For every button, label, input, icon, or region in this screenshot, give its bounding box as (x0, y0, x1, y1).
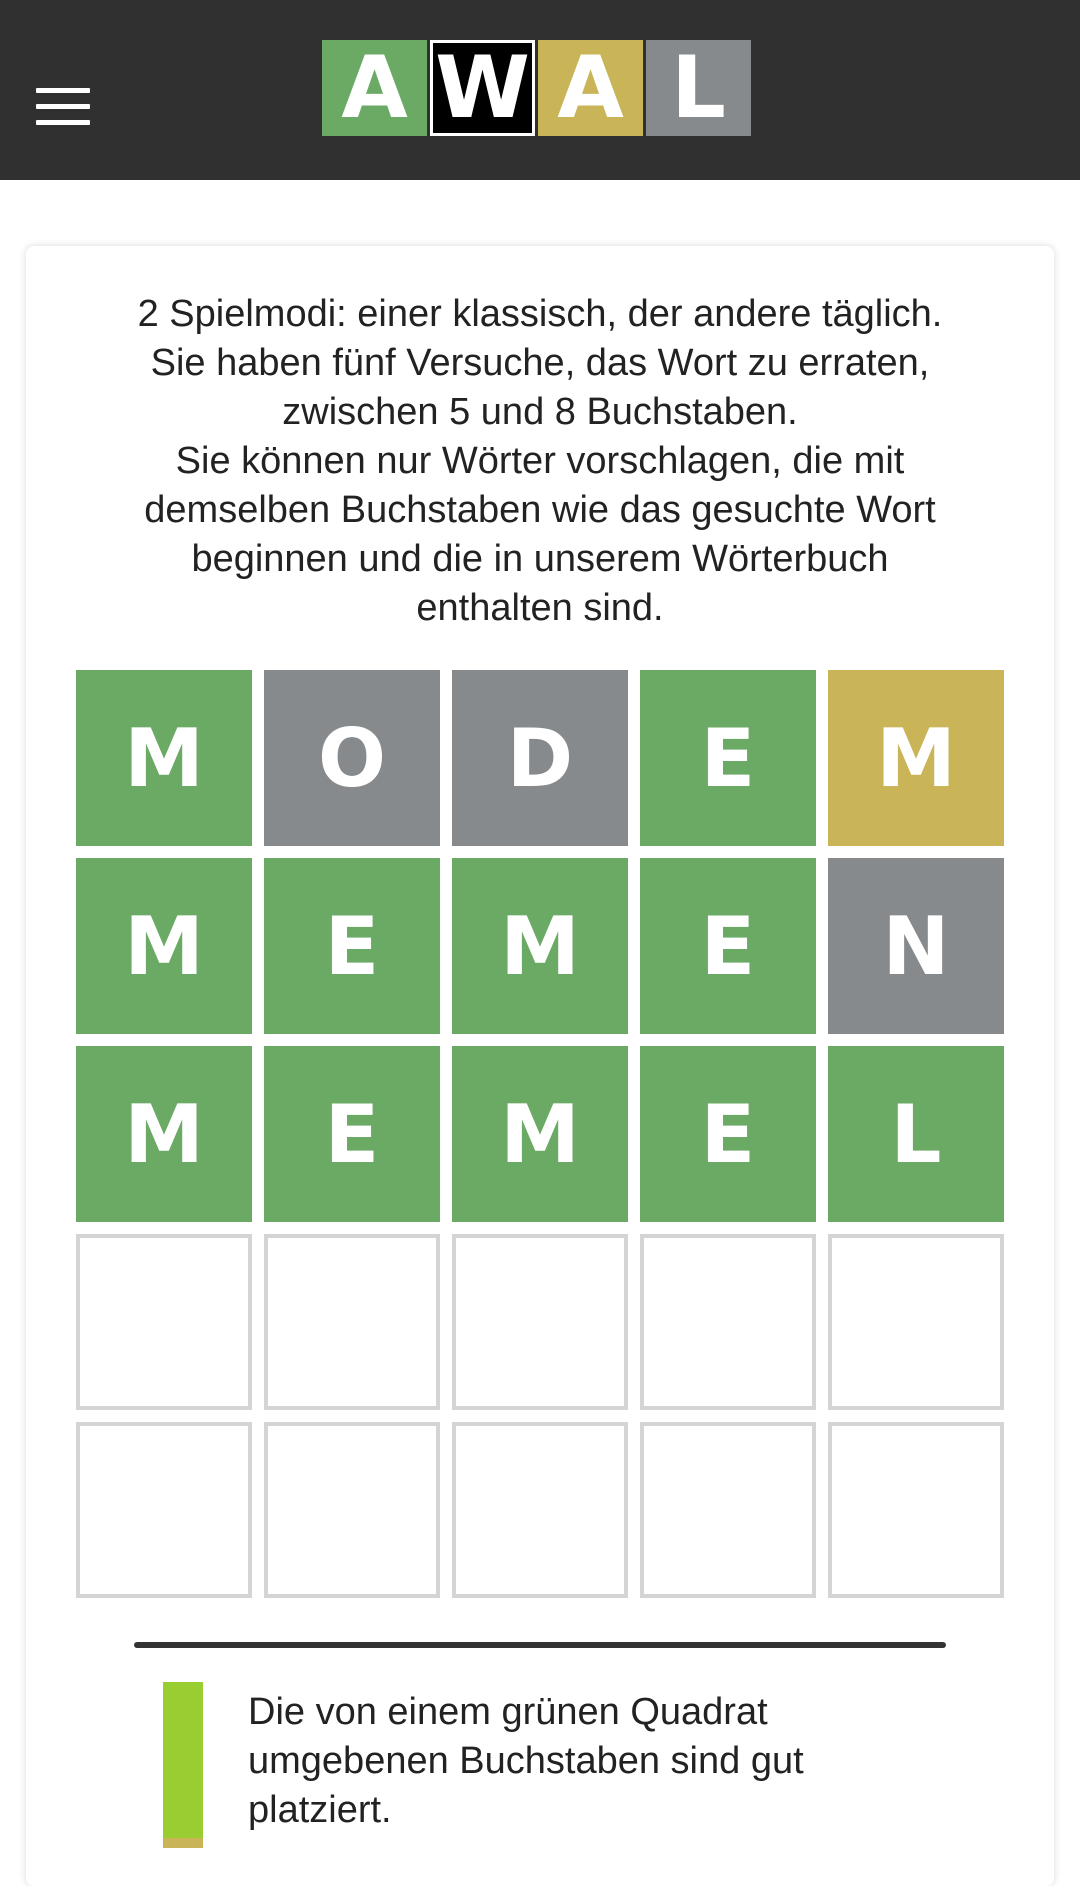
empty-tile (76, 1422, 252, 1598)
letter-tile: O (264, 670, 440, 846)
letter-tile: E (264, 858, 440, 1034)
letter-tile: M (76, 858, 252, 1034)
logo-tile: W (430, 38, 535, 138)
empty-tile (828, 1422, 1004, 1598)
empty-tile (828, 1234, 1004, 1410)
divider (134, 1642, 946, 1648)
letter-tile: D (452, 670, 628, 846)
top-bar: A W A L (0, 0, 1080, 180)
empty-tile (452, 1422, 628, 1598)
letter-tile: E (264, 1046, 440, 1222)
legend-green-swatch (163, 1682, 203, 1838)
legend-green-text: Die von einem grünen Quadrat umgebenen B… (248, 1688, 948, 1835)
legend-yellow-swatch (163, 1838, 203, 1848)
letter-tile: E (640, 670, 816, 846)
hamburger-menu-icon[interactable] (36, 88, 90, 128)
letter-tile: M (452, 1046, 628, 1222)
intro-line: 2 Spielmodi: einer klassisch, der andere… (137, 293, 943, 335)
empty-tile (640, 1234, 816, 1410)
letter-tile: M (452, 858, 628, 1034)
intro-line: Sie können nur Wörter vorschlagen, die m… (175, 440, 905, 482)
logo-tile: A (538, 38, 643, 138)
menu-line (36, 88, 90, 93)
letter-tile: M (76, 670, 252, 846)
rules-intro: 2 Spielmodi: einer klassisch, der andere… (60, 290, 1020, 633)
letter-tile: L (828, 1046, 1004, 1222)
empty-tile (452, 1234, 628, 1410)
menu-line (36, 104, 90, 109)
menu-line (36, 120, 90, 125)
empty-tile (76, 1234, 252, 1410)
empty-tile (640, 1422, 816, 1598)
letter-tile: N (828, 858, 1004, 1034)
legend-line: umgebenen Buchstaben sind gut (248, 1740, 804, 1782)
logo-tile: A (322, 38, 427, 138)
empty-tile (264, 1422, 440, 1598)
intro-line: zwischen 5 und 8 Buchstaben. (282, 391, 798, 433)
legend-line: Die von einem grünen Quadrat (248, 1691, 768, 1733)
logo: A W A L (322, 38, 751, 138)
intro-line: Sie haben fünf Versuche, das Wort zu err… (150, 342, 930, 384)
empty-tile (264, 1234, 440, 1410)
letter-tile: E (640, 1046, 816, 1222)
logo-tile: L (646, 38, 751, 138)
letter-tile: M (76, 1046, 252, 1222)
intro-line: beginnen und die in unserem Wörterbuch (191, 538, 889, 580)
intro-line: enthalten sind. (416, 587, 664, 629)
legend-line: platziert. (248, 1789, 392, 1831)
intro-line: demselben Buchstaben wie das gesuchte Wo… (144, 489, 936, 531)
letter-tile: E (640, 858, 816, 1034)
letter-tile: M (828, 670, 1004, 846)
